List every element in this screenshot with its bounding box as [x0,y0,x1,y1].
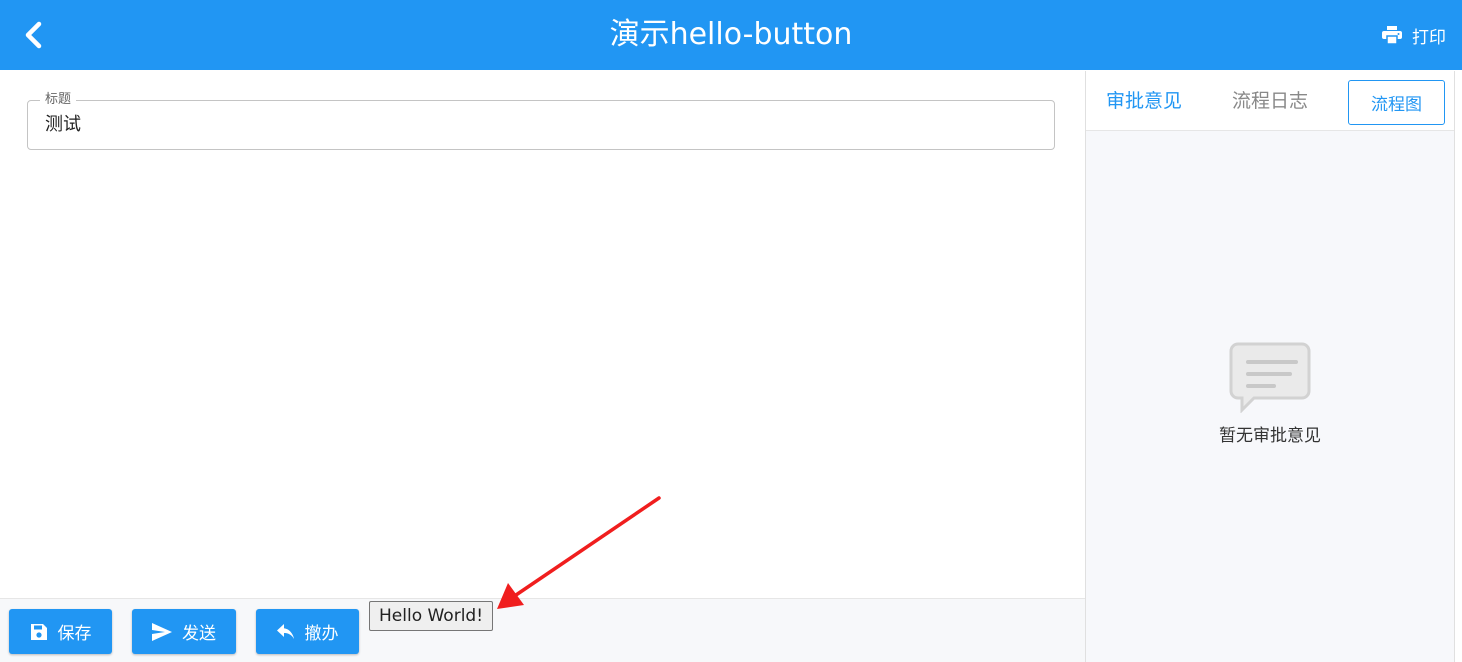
hello-world-button[interactable]: Hello World! [369,601,494,631]
comment-icon [1229,342,1311,413]
save-icon [30,623,47,640]
action-bar: 保存 发送 撤办 Hello World! [0,598,1085,662]
revoke-label: 撤办 [304,624,339,644]
app-header: 演示hello-button 打印 [0,0,1462,70]
form-area: 标题 测试 [0,71,1085,662]
save-button[interactable]: 保存 [9,609,112,654]
flowchart-button[interactable]: 流程图 [1348,80,1445,125]
title-field[interactable]: 标题 测试 [27,91,1055,150]
tab-process-log[interactable]: 流程日志 [1232,88,1308,114]
side-panel: 审批意见 流程日志 流程图 暂无审批意见 [1086,71,1454,662]
print-label: 打印 [1412,27,1446,48]
send-label: 发送 [182,624,216,644]
empty-state-text: 暂无审批意见 [1219,426,1321,446]
empty-state: 暂无审批意见 [1086,341,1454,446]
title-field-legend: 标题 [40,91,77,109]
send-button[interactable]: 发送 [132,609,236,654]
page-title: 演示hello-button [609,17,853,52]
revoke-button[interactable]: 撤办 [256,609,359,654]
save-label: 保存 [57,624,92,644]
scrollbar-strip [1454,71,1462,662]
title-field-value[interactable]: 测试 [45,114,81,136]
print-button[interactable]: 打印 [1382,22,1446,48]
tab-approval-opinions[interactable]: 审批意见 [1106,88,1182,114]
reply-icon [276,623,294,639]
side-tabs: 审批意见 流程日志 流程图 [1086,71,1454,131]
send-icon [152,622,172,641]
printer-icon [1382,26,1402,44]
